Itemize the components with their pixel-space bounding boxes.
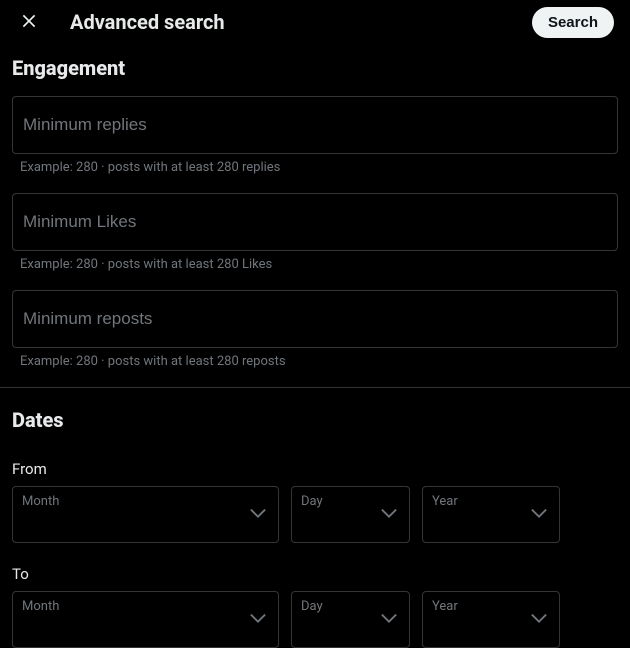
engagement-heading: Engagement bbox=[12, 56, 618, 80]
min-reposts-input[interactable] bbox=[12, 290, 618, 348]
from-label: From bbox=[12, 460, 618, 478]
to-day-select[interactable] bbox=[291, 591, 410, 648]
min-likes-hint: Example: 280 · posts with at least 280 L… bbox=[12, 257, 618, 272]
from-year-select[interactable] bbox=[422, 486, 560, 543]
from-month-select[interactable] bbox=[12, 486, 279, 543]
search-button[interactable]: Search bbox=[532, 7, 614, 38]
close-icon bbox=[19, 11, 39, 34]
to-year-select[interactable] bbox=[422, 591, 560, 648]
min-reposts-hint: Example: 280 · posts with at least 280 r… bbox=[12, 354, 618, 369]
to-month-select[interactable] bbox=[12, 591, 279, 648]
section-divider bbox=[0, 387, 630, 388]
min-replies-hint: Example: 280 · posts with at least 280 r… bbox=[12, 160, 618, 175]
min-replies-input[interactable] bbox=[12, 96, 618, 154]
page-title: Advanced search bbox=[70, 10, 532, 34]
from-day-select[interactable] bbox=[291, 486, 410, 543]
min-likes-input[interactable] bbox=[12, 193, 618, 251]
close-button[interactable] bbox=[12, 5, 46, 39]
dates-heading: Dates bbox=[12, 408, 618, 432]
to-label: To bbox=[12, 565, 618, 583]
